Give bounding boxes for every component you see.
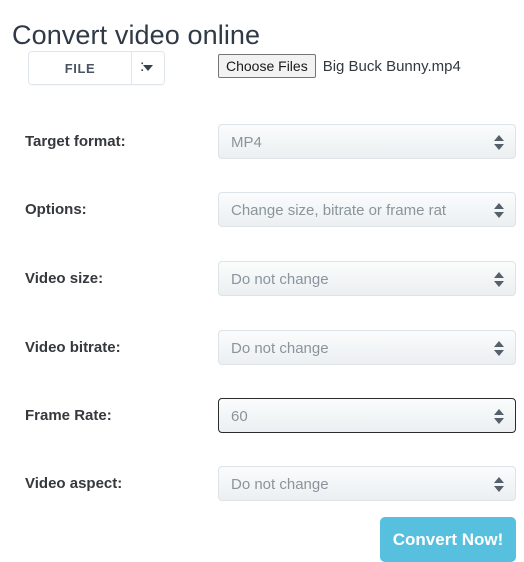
select-updown-arrows-icon [493,125,504,158]
select-target-format[interactable]: MP4 [218,124,516,159]
select-video-aspect-value: Do not change [231,476,329,493]
select-video-aspect[interactable]: Do not change [218,466,516,501]
label-frame-rate: Frame Rate: [25,407,112,424]
row-video-aspect: Video aspect: Do not change [0,466,524,502]
source-colon: : [140,58,145,75]
convert-now-button[interactable]: Convert Now! [380,517,516,562]
chevron-down-icon [143,65,153,71]
row-video-size: Video size: Do not change [0,261,524,297]
select-updown-arrows-icon [493,399,504,432]
file-source-button[interactable]: FILE [29,52,131,84]
select-video-size[interactable]: Do not change [218,261,516,296]
row-options: Options: Change size, bitrate or frame r… [0,192,524,228]
select-options-value: Change size, bitrate or frame rat [231,202,447,219]
select-updown-arrows-icon [493,331,504,364]
select-frame-rate-value: 60 [231,408,248,425]
choose-files-button[interactable]: Choose Files [218,54,316,78]
select-video-size-value: Do not change [231,271,329,288]
select-updown-arrows-icon [493,193,504,226]
select-updown-arrows-icon [493,262,504,295]
source-selection-row: FILE : Choose Files Big Buck Bunny.mp4 [0,48,524,88]
row-video-bitrate: Video bitrate: Do not change [0,330,524,366]
file-source-dropdown-button[interactable] [132,52,164,84]
file-input[interactable]: Choose Files Big Buck Bunny.mp4 [218,54,461,78]
select-target-format-value: MP4 [231,134,262,151]
row-frame-rate: Frame Rate: 60 [0,398,524,434]
label-video-aspect: Video aspect: [25,475,123,492]
label-target-format: Target format: [25,133,126,150]
convert-video-page: Convert video online FILE : Choose Files… [0,0,524,562]
label-options: Options: [25,201,87,218]
selected-file-name: Big Buck Bunny.mp4 [322,57,461,75]
select-video-bitrate[interactable]: Do not change [218,330,516,365]
row-target-format: Target format: MP4 [0,124,524,160]
select-video-bitrate-value: Do not change [231,340,329,357]
label-video-size: Video size: [25,270,104,287]
page-title: Convert video online [12,20,261,51]
label-video-bitrate: Video bitrate: [25,339,121,356]
select-updown-arrows-icon [493,467,504,500]
select-frame-rate[interactable]: 60 [218,398,516,433]
select-options[interactable]: Change size, bitrate or frame rat [218,192,516,227]
